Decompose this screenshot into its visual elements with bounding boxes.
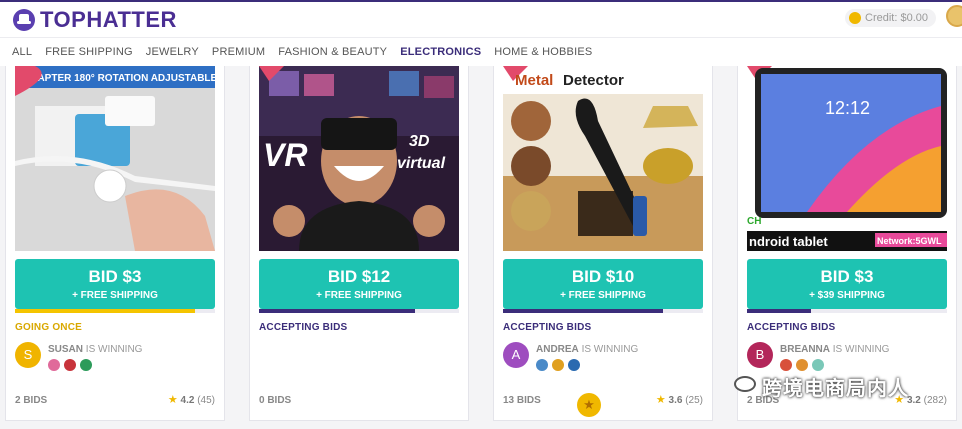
user-avatar[interactable] xyxy=(946,5,962,27)
bid-amount: BID $10 xyxy=(571,267,635,286)
bid-amount: BID $3 xyxy=(820,267,874,286)
watermark-text: 跨境电商局内人 xyxy=(762,378,909,400)
svg-text:Detector: Detector xyxy=(563,72,624,89)
product-image-vr[interactable]: VR 3D virtual xyxy=(259,66,459,251)
shipping-label: + $39 SHIPPING xyxy=(809,290,885,301)
timer-progress xyxy=(15,309,215,313)
bid-count: 13 BIDS xyxy=(503,395,541,406)
winner-row: B BREANNA IS WINNING xyxy=(747,342,889,372)
category-nav: ALL FREE SHIPPING JEWELRY PREMIUM FASHIO… xyxy=(0,38,962,66)
badge-icon xyxy=(64,359,76,371)
bid-button[interactable]: BID $12 + FREE SHIPPING xyxy=(259,259,459,309)
seller-rating: ★ 3.6 (25) xyxy=(656,393,703,406)
progress-fill xyxy=(259,309,415,313)
bid-button[interactable]: BID $3 + $39 SHIPPING xyxy=(747,259,947,309)
bid-button[interactable]: BID $10 + FREE SHIPPING xyxy=(503,259,703,309)
winner-name: ANDREA xyxy=(536,344,579,355)
winner-row: A ANDREA IS WINNING xyxy=(503,342,638,372)
logo-text: TOPHATTER xyxy=(40,7,177,32)
product-image-adapter[interactable]: ADAPTER 180° ROTATION ADJUSTABLE xyxy=(15,66,215,251)
svg-text:3D: 3D xyxy=(409,133,430,150)
winner-name: BREANNA xyxy=(780,344,830,355)
winner-avatar: A xyxy=(503,342,529,368)
winner-badges xyxy=(780,359,889,371)
shipping-label: + FREE SHIPPING xyxy=(560,290,646,301)
hat-logo-icon xyxy=(13,9,35,31)
auction-status: ACCEPTING BIDS xyxy=(503,322,592,333)
timer-progress xyxy=(747,309,947,313)
star-icon: ★ xyxy=(167,394,178,406)
review-count: (282) xyxy=(923,395,947,406)
image-caption: ndroid tablet xyxy=(749,234,828,249)
credit-text: Credit: $0.00 xyxy=(865,12,928,24)
bid-amount: BID $3 xyxy=(88,267,142,286)
nav-electronics[interactable]: ELECTRONICS xyxy=(400,46,481,58)
product-image-metal-detector[interactable]: Metal Detector xyxy=(503,66,703,251)
image-caption: ADAPTER 180° ROTATION ADJUSTABLE xyxy=(23,73,215,84)
product-image-tablet[interactable]: 12:12 CH ndroid tablet Network:5GWL xyxy=(747,66,947,251)
auction-card[interactable]: Metal Detector BID $10 + FREE SHIPPING A… xyxy=(493,66,713,421)
progress-fill xyxy=(503,309,663,313)
auction-status: ACCEPTING BIDS xyxy=(259,322,348,333)
credit-badge[interactable]: Credit: $0.00 xyxy=(845,9,936,27)
badge-icon xyxy=(48,359,60,371)
nav-all[interactable]: ALL xyxy=(12,46,32,58)
top-bar: TOPHATTER Credit: $0.00 xyxy=(0,0,962,38)
svg-text:virtual: virtual xyxy=(397,155,446,172)
shipping-label: + FREE SHIPPING xyxy=(316,290,402,301)
auction-card[interactable]: 12:12 CH ndroid tablet Network:5GWL BID … xyxy=(737,66,957,421)
tophatter-logo[interactable]: TOPHATTER xyxy=(13,7,177,33)
winner-avatar: B xyxy=(747,342,773,368)
auction-status: GOING ONCE xyxy=(15,322,83,333)
nav-premium[interactable]: PREMIUM xyxy=(212,46,265,58)
badge-icon xyxy=(80,359,92,371)
winning-label: IS WINNING xyxy=(832,344,890,355)
rating-value: 3.6 xyxy=(668,395,683,406)
shipping-label: + FREE SHIPPING xyxy=(72,290,158,301)
bid-count: 0 BIDS xyxy=(259,395,292,406)
coin-icon xyxy=(849,12,862,24)
review-count: (45) xyxy=(197,395,215,406)
bid-amount: BID $12 xyxy=(327,267,391,286)
bid-count: 2 BIDS xyxy=(15,395,48,406)
winner-badges xyxy=(48,359,142,371)
star-icon: ★ xyxy=(655,394,666,406)
progress-fill xyxy=(15,309,195,313)
rating-value: 4.2 xyxy=(180,395,195,406)
wechat-icon xyxy=(734,376,756,392)
tablet-clock: 12:12 xyxy=(825,98,870,118)
badge-icon xyxy=(812,359,824,371)
seller-rating: ★ 4.2 (45) xyxy=(168,393,215,406)
star-fab-icon[interactable]: ★ xyxy=(577,393,601,417)
nav-home-hobbies[interactable]: HOME & HOBBIES xyxy=(494,46,592,58)
winner-row: S SUSAN IS WINNING xyxy=(15,342,142,372)
svg-text:Metal: Metal xyxy=(515,72,553,89)
auction-card[interactable]: VR 3D virtual BID $12 + FREE SHIPPING AC… xyxy=(249,66,469,421)
svg-text:VR: VR xyxy=(263,137,307,173)
auction-card[interactable]: ADAPTER 180° ROTATION ADJUSTABLE BID $3 … xyxy=(5,66,225,421)
badge-icon xyxy=(552,359,564,371)
winner-avatar: S xyxy=(15,342,41,368)
winning-label: IS WINNING xyxy=(85,344,143,355)
nav-fashion-beauty[interactable]: FASHION & BEAUTY xyxy=(278,46,387,58)
badge-icon xyxy=(568,359,580,371)
winner-badges xyxy=(536,359,638,371)
nav-free-shipping[interactable]: FREE SHIPPING xyxy=(45,46,133,58)
image-corner-text: CH xyxy=(747,216,761,227)
nav-jewelry[interactable]: JEWELRY xyxy=(146,46,199,58)
timer-progress xyxy=(503,309,703,313)
auction-status: ACCEPTING BIDS xyxy=(747,322,836,333)
image-badge: Network:5GWL xyxy=(877,236,942,246)
bid-button[interactable]: BID $3 + FREE SHIPPING xyxy=(15,259,215,309)
rating-value: 3.2 xyxy=(906,395,921,406)
winning-label: IS WINNING xyxy=(581,344,639,355)
timer-progress xyxy=(259,309,459,313)
badge-icon xyxy=(796,359,808,371)
badge-icon xyxy=(536,359,548,371)
progress-fill xyxy=(747,309,811,313)
review-count: (25) xyxy=(685,395,703,406)
badge-icon xyxy=(780,359,792,371)
winner-name: SUSAN xyxy=(48,344,84,355)
